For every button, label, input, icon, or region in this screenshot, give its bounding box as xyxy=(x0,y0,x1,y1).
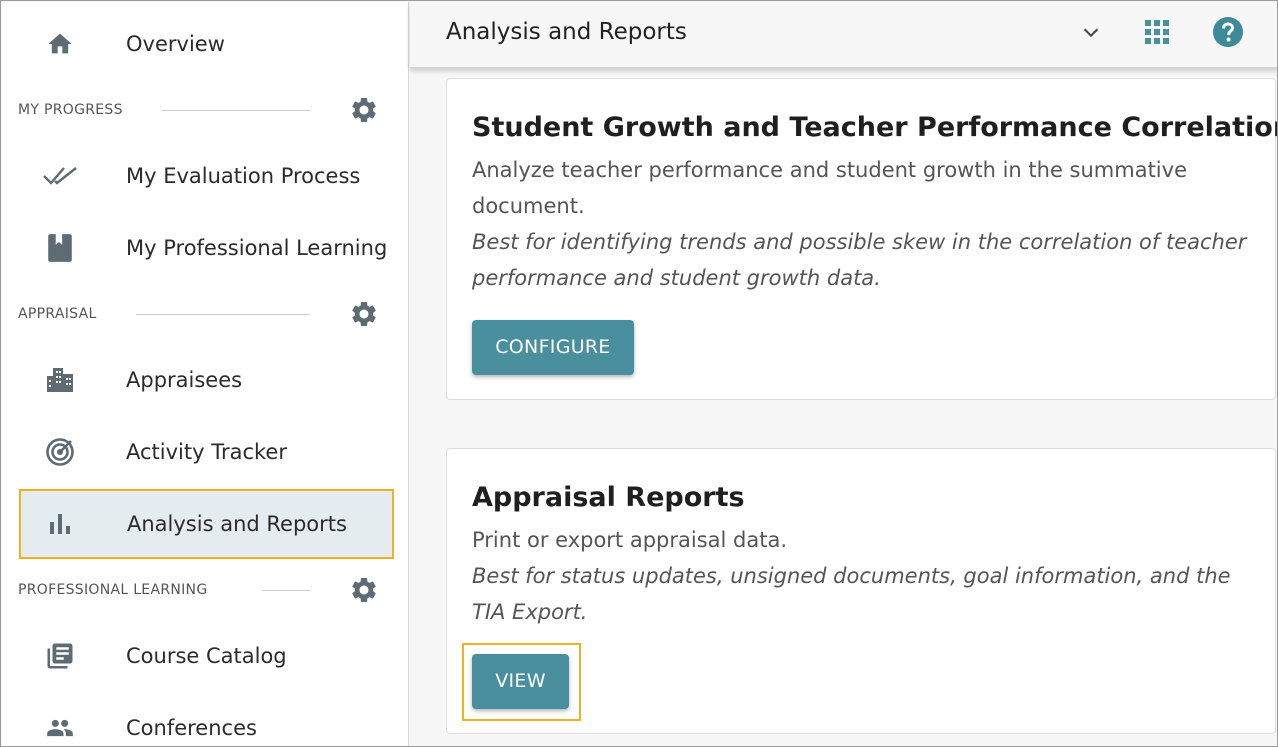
double-check-icon xyxy=(42,162,78,190)
sidebar-item-label: Course Catalog xyxy=(126,644,287,668)
bar-chart-icon xyxy=(42,510,78,538)
apps-grid-icon[interactable] xyxy=(1141,16,1173,48)
people-icon xyxy=(42,714,78,742)
section-divider xyxy=(162,110,310,111)
sidebar-item-overview[interactable]: Overview xyxy=(2,16,409,72)
sidebar-item-label: Appraisees xyxy=(126,368,243,392)
section-label: APPRAISAL xyxy=(18,306,97,322)
sidebar-item-conferences[interactable]: Conferences xyxy=(2,700,409,746)
sidebar-item-label: Activity Tracker xyxy=(126,440,287,464)
configure-button[interactable]: CONFIGURE xyxy=(472,320,634,375)
card-title: Appraisal Reports xyxy=(472,482,745,513)
app-frame: Overview MY PROGRESS My Evaluation Proce… xyxy=(0,0,1278,747)
book-icon xyxy=(42,234,78,262)
sidebar-item-course-catalog[interactable]: Course Catalog xyxy=(2,628,409,684)
card-title: Student Growth and Teacher Performance C… xyxy=(472,112,1278,143)
sidebar-item-appraisees[interactable]: Appraisees xyxy=(2,352,409,408)
section-professional-learning: PROFESSIONAL LEARNING xyxy=(2,575,409,605)
sidebar-item-label: Analysis and Reports xyxy=(127,512,347,536)
sidebar-item-label: My Professional Learning xyxy=(126,236,388,260)
my-progress-settings-gear-icon[interactable] xyxy=(348,95,380,125)
view-button[interactable]: VIEW xyxy=(472,654,569,709)
sidebar-item-analysis-and-reports[interactable]: Analysis and Reports xyxy=(19,489,394,559)
top-header: Analysis and Reports xyxy=(410,2,1277,68)
sidebar-item-label: My Evaluation Process xyxy=(126,164,361,188)
section-divider xyxy=(136,314,310,315)
help-icon[interactable] xyxy=(1212,16,1244,48)
section-divider xyxy=(262,590,310,591)
appraisal-settings-gear-icon[interactable] xyxy=(348,299,380,329)
sidebar-item-my-evaluation-process[interactable]: My Evaluation Process xyxy=(2,148,409,204)
card-note: Best for status updates, unsigned docume… xyxy=(472,564,1231,624)
sidebar: Overview MY PROGRESS My Evaluation Proce… xyxy=(2,2,409,746)
sidebar-item-label: Conferences xyxy=(126,716,257,740)
card-description: Analyze teacher performance and student … xyxy=(472,158,1187,218)
sidebar-item-my-professional-learning[interactable]: My Professional Learning xyxy=(2,220,409,276)
chevron-down-icon[interactable] xyxy=(1075,16,1107,48)
page-title: Analysis and Reports xyxy=(446,19,687,45)
card-description: Print or export appraisal data. xyxy=(472,528,787,552)
home-icon xyxy=(42,30,78,58)
target-icon xyxy=(42,438,78,466)
sidebar-item-label: Overview xyxy=(126,32,225,56)
library-books-icon xyxy=(42,642,78,670)
appraisal-reports-card: Appraisal Reports Print or export apprai… xyxy=(446,448,1276,734)
buildings-icon xyxy=(42,366,78,394)
section-label: PROFESSIONAL LEARNING xyxy=(18,582,208,598)
correlation-report-card: Student Growth and Teacher Performance C… xyxy=(446,78,1278,400)
section-my-progress: MY PROGRESS xyxy=(2,95,409,125)
section-label: MY PROGRESS xyxy=(18,102,123,118)
sidebar-item-activity-tracker[interactable]: Activity Tracker xyxy=(2,424,409,480)
section-appraisal: APPRAISAL xyxy=(2,299,409,329)
main-content: Student Growth and Teacher Performance C… xyxy=(410,68,1278,746)
professional-learning-settings-gear-icon[interactable] xyxy=(348,575,380,605)
card-note: Best for identifying trends and possible… xyxy=(472,230,1247,290)
